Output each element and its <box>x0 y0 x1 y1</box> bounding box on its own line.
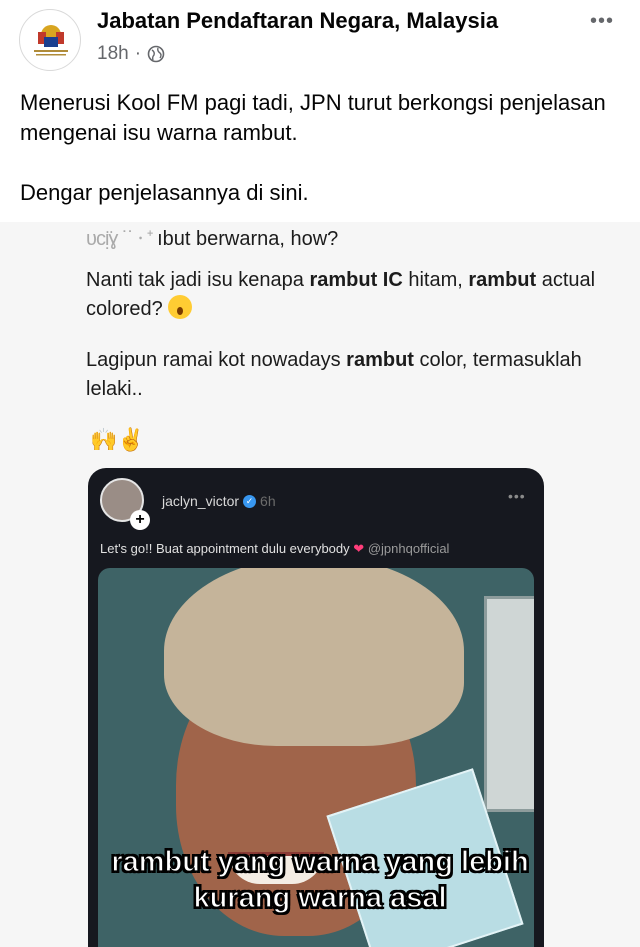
embed-paragraph: Nanti tak jadi isu kenapa rambut IC hita… <box>86 269 596 320</box>
raising-hands-emoji: 🙌 <box>90 427 118 452</box>
page-avatar[interactable] <box>19 9 81 71</box>
story-caption: Let's go!! Buat appointment dulu everybo… <box>100 541 450 556</box>
astonished-face-emoji <box>168 295 193 319</box>
embed-paragraph: Lagipun ramai kot nowadays rambut color,… <box>86 349 582 400</box>
story-time: 6h <box>260 493 276 509</box>
story-mention[interactable]: @jpnhqofficial <box>368 541 450 556</box>
story-more-icon[interactable]: ••• <box>508 488 526 504</box>
jpn-logo <box>34 25 68 56</box>
story-user: jaclyn_victor ✓ 6h <box>162 493 276 509</box>
page-name[interactable]: Jabatan Pendaftaran Negara, Malaysia <box>97 8 498 34</box>
post-paragraph: Dengar penjelasannya di sini. <box>20 180 309 205</box>
embedded-screenshot[interactable]: ᴜᴄᴉ̈ɣ ˙˙ ⸱ ⁺ ıbut berwarna, how? Nanti t… <box>0 222 640 947</box>
plus-icon[interactable]: + <box>130 510 150 530</box>
wall-frame <box>484 596 534 812</box>
post-time[interactable]: 18h <box>97 43 129 65</box>
person-hair <box>164 568 464 746</box>
video-subtitle: rambut yang warna yang lebih kurang warn… <box>111 845 530 914</box>
cut-off-text-line: ᴜᴄᴉ̈ɣ ˙˙ ⸱ ⁺ ıbut berwarna, how? <box>86 228 339 250</box>
globe-icon <box>147 45 165 63</box>
story-username[interactable]: jaclyn_victor <box>162 493 239 509</box>
victory-hand-emoji: ✌ <box>117 427 145 452</box>
more-options-icon[interactable]: ••• <box>590 10 614 33</box>
emoji-row: 🙌✌ <box>90 427 145 453</box>
post-header: Jabatan Pendaftaran Negara, Malaysia 18h… <box>0 0 640 80</box>
heart-emoji: ❤ <box>353 541 365 556</box>
post-paragraph: Menerusi Kool FM pagi tadi, JPN turut be… <box>20 90 606 145</box>
verified-badge-icon: ✓ <box>243 494 257 508</box>
post-meta: 18h · <box>97 43 165 65</box>
post-body: Menerusi Kool FM pagi tadi, JPN turut be… <box>20 88 620 208</box>
